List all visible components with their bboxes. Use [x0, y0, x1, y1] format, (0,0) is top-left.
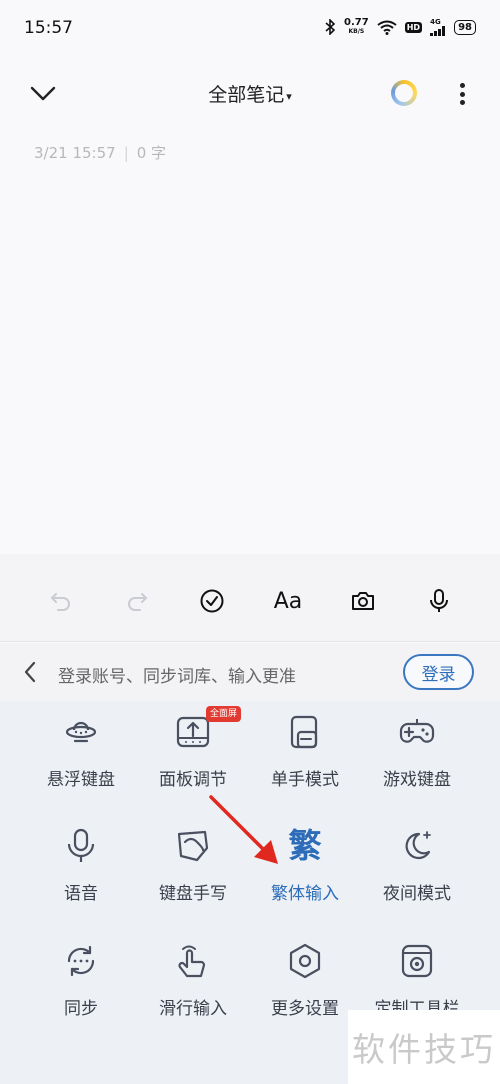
- dot-icon: [459, 83, 465, 88]
- battery-indicator: 98: [454, 19, 476, 35]
- grid-item-label: 滑行输入: [159, 999, 227, 1019]
- dot-icon: [459, 91, 465, 97]
- gamepad-icon: [399, 719, 435, 743]
- signal-icon: [430, 26, 446, 36]
- caret-down-icon: ▾: [286, 90, 292, 103]
- notebook-selector[interactable]: 全部笔记 ▾: [0, 80, 500, 107]
- hexagon-settings-icon: [289, 943, 321, 979]
- grid-item-label: 繁体输入: [271, 884, 339, 904]
- grid-item-label: 面板调节: [159, 770, 227, 790]
- word-count: 0 字: [136, 144, 167, 162]
- chevron-left-icon: [24, 661, 36, 683]
- full-screen-badge: 全面屏: [206, 706, 242, 722]
- traditional-chinese-icon: 繁: [288, 826, 322, 865]
- camera-icon: [352, 592, 374, 610]
- note-date: 3/21 15:57: [34, 144, 116, 162]
- traditional-chinese-item[interactable]: 繁 繁体输入: [250, 827, 360, 927]
- sync-item[interactable]: 同步: [26, 942, 136, 1042]
- checklist-button[interactable]: [197, 586, 227, 616]
- note-editor[interactable]: [0, 170, 500, 552]
- net-speed-unit: KB/S: [348, 28, 365, 35]
- voice-item[interactable]: 语音: [26, 827, 136, 927]
- sync-icon: [67, 945, 95, 977]
- grid-item-label: 更多设置: [271, 999, 339, 1019]
- app-header: 全部笔记 ▾: [0, 60, 500, 126]
- theme-icon[interactable]: [391, 80, 417, 106]
- wifi-icon: [377, 20, 397, 35]
- camera-button[interactable]: [348, 586, 378, 616]
- microphone-icon: [67, 828, 95, 862]
- ufo-icon: [65, 721, 97, 743]
- login-prompt: 登录账号、同步词库、输入更准: [58, 667, 296, 687]
- grid-item-label: 语音: [64, 884, 98, 904]
- font-style-label: Aa: [273, 588, 303, 614]
- editor-toolbar: Aa: [0, 554, 500, 642]
- dot-icon: [459, 100, 465, 105]
- hd-badge: HD: [404, 21, 423, 33]
- moon-icon: [405, 831, 431, 860]
- meta-separator: |: [123, 144, 129, 162]
- undo-button[interactable]: [46, 586, 76, 616]
- undo-icon: [51, 593, 70, 611]
- grid-item-label: 单手模式: [271, 770, 339, 790]
- bluetooth-icon: [325, 19, 336, 35]
- status-icons: 0.77 KB/S HD 4G 98: [324, 18, 476, 36]
- swipe-input-item[interactable]: 滑行输入: [138, 942, 248, 1042]
- grid-item-label: 悬浮键盘: [47, 770, 115, 790]
- grid-item-label: 游戏键盘: [383, 770, 451, 790]
- login-button[interactable]: 登录: [403, 654, 474, 690]
- note-meta: 3/21 15:57 | 0 字: [34, 142, 166, 163]
- microphone-icon: [430, 589, 448, 612]
- grid-item-label: 同步: [64, 999, 98, 1019]
- swipe-hand-icon: [178, 945, 206, 978]
- redo-button[interactable]: [122, 586, 152, 616]
- floating-keyboard-item[interactable]: 悬浮键盘: [26, 713, 136, 813]
- night-mode-item[interactable]: 夜间模式: [362, 827, 472, 927]
- grid-item-label: 夜间模式: [383, 884, 451, 904]
- handwriting-item[interactable]: 键盘手写: [138, 827, 248, 927]
- status-bar: 15:57 0.77 KB/S HD 4G 98: [0, 0, 500, 60]
- signal-indicator: 4G: [430, 18, 446, 36]
- redo-icon: [128, 593, 147, 611]
- page-title: 全部笔记: [208, 84, 285, 106]
- net-speed-value: 0.77: [344, 17, 369, 28]
- menu-back-button[interactable]: [22, 660, 44, 684]
- login-bar: 登录账号、同步词库、输入更准 登录: [0, 643, 500, 701]
- custom-toolbar-icon: [401, 944, 433, 978]
- panel-adjust-item[interactable]: 面板调节: [138, 713, 248, 813]
- grid-item-label: 键盘手写: [159, 884, 227, 904]
- net-speed: 0.77 KB/S: [344, 18, 369, 36]
- check-circle-icon: [200, 589, 224, 613]
- one-hand-icon: [290, 715, 318, 749]
- network-type: 4G: [430, 18, 441, 26]
- handwriting-icon: [177, 830, 209, 862]
- status-time: 15:57: [24, 18, 73, 38]
- game-keyboard-item[interactable]: 游戏键盘: [362, 713, 472, 813]
- more-options-button[interactable]: [454, 80, 470, 108]
- font-style-button[interactable]: Aa: [270, 586, 306, 616]
- voice-input-button[interactable]: [424, 586, 454, 616]
- one-hand-mode-item[interactable]: 单手模式: [250, 713, 360, 813]
- watermark: 软件技巧: [348, 1010, 500, 1084]
- more-settings-item[interactable]: 更多设置: [250, 942, 360, 1042]
